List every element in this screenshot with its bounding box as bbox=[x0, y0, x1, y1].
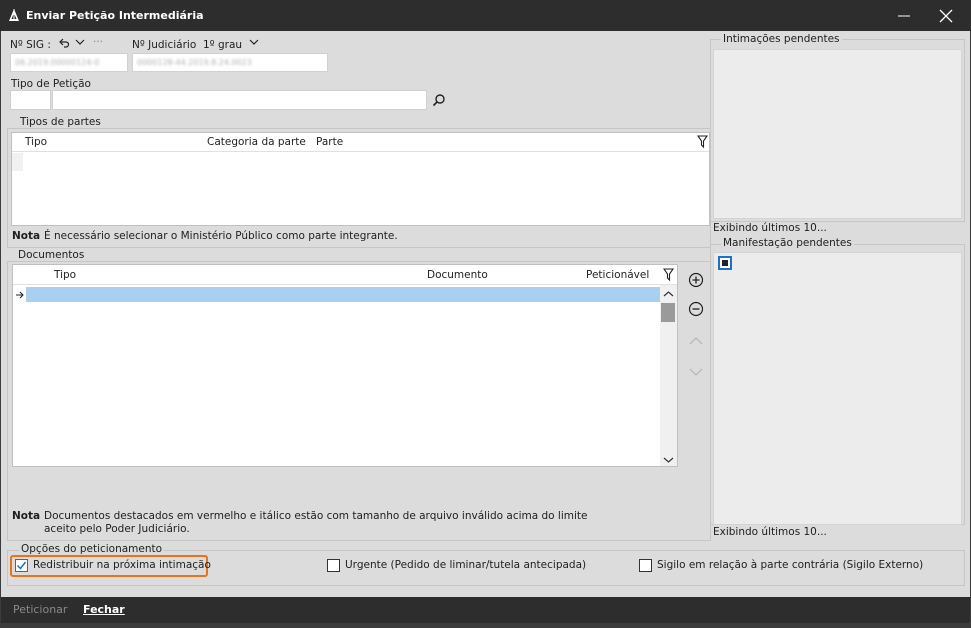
move-down-icon[interactable] bbox=[688, 364, 704, 380]
documentos-header bbox=[13, 265, 677, 285]
tipo-peticao-code-input[interactable] bbox=[10, 90, 51, 110]
col-doc-tipo[interactable]: Tipo bbox=[54, 269, 76, 281]
tipo-peticao-input[interactable] bbox=[52, 90, 427, 110]
close-button[interactable] bbox=[936, 6, 956, 26]
sig-value: 06.2019.00000124-0 bbox=[15, 58, 100, 67]
chevron-down-icon[interactable] bbox=[75, 37, 85, 50]
row-pointer-icon bbox=[15, 290, 25, 303]
intimacoes-title: Intimações pendentes bbox=[721, 33, 842, 45]
scroll-up-icon[interactable] bbox=[663, 288, 674, 301]
sig-label: Nº SIG : bbox=[10, 39, 51, 51]
col-peticionavel[interactable]: Peticionável bbox=[586, 269, 649, 281]
col-tipo[interactable]: Tipo bbox=[25, 136, 47, 148]
manifestacao-select-all-checkbox[interactable] bbox=[718, 256, 732, 270]
add-document-icon[interactable] bbox=[688, 272, 704, 288]
row-indicator bbox=[12, 153, 23, 171]
judicial-value: 0000128-44.2019.8.24.0023 bbox=[137, 58, 252, 67]
tipos-partes-note-text: É necessário selecionar o Ministério Púb… bbox=[44, 230, 398, 242]
move-up-icon[interactable] bbox=[688, 333, 704, 349]
intimacoes-footer: Exibindo últimos 10... bbox=[713, 222, 827, 234]
judicial-field[interactable]: 0000128-44.2019.8.24.0023 bbox=[132, 53, 328, 72]
urgente-checkbox[interactable] bbox=[327, 559, 340, 572]
redistribuir-label: Redistribuir na próxima intimação bbox=[33, 559, 211, 571]
documentos-note-line1: Documentos destacados em vermelho e itál… bbox=[44, 510, 588, 522]
app-logo-icon bbox=[8, 8, 20, 25]
footer-bar: Peticionar Fechar bbox=[1, 597, 970, 623]
manifestacao-list[interactable] bbox=[713, 252, 962, 525]
intimacoes-list[interactable] bbox=[713, 49, 962, 219]
scroll-thumb[interactable] bbox=[661, 303, 675, 322]
title-bar: Enviar Petição Intermediária bbox=[0, 0, 971, 31]
tipos-partes-title: Tipos de partes bbox=[18, 116, 103, 128]
col-parte[interactable]: Parte bbox=[316, 136, 343, 148]
tipos-partes-header bbox=[12, 133, 709, 152]
grau-label: 1º grau bbox=[203, 39, 243, 51]
filter-icon[interactable] bbox=[696, 135, 709, 152]
sigilo-checkbox[interactable] bbox=[639, 559, 652, 572]
documentos-note-line2: aceito pelo Poder Judiciário. bbox=[44, 523, 190, 535]
dialog-window: Enviar Petição Intermediária Nº SIG : ··… bbox=[0, 0, 971, 628]
documentos-scrollbar[interactable] bbox=[660, 285, 677, 466]
search-icon[interactable] bbox=[432, 93, 446, 110]
documentos-grid[interactable]: Tipo Documento Peticionável bbox=[12, 264, 678, 467]
window-title: Enviar Petição Intermediária bbox=[26, 9, 204, 22]
documentos-note-label: Nota bbox=[12, 510, 41, 522]
redistribuir-option[interactable]: Redistribuir na próxima intimação bbox=[10, 555, 211, 577]
selected-document-row[interactable] bbox=[26, 287, 660, 302]
sig-field[interactable]: 06.2019.00000124-0 bbox=[10, 53, 128, 72]
tipos-partes-note-label: Nota bbox=[12, 230, 41, 242]
judicial-label: Nº Judiciário bbox=[132, 39, 197, 51]
manifestacao-title: Manifestação pendentes bbox=[721, 237, 854, 249]
urgente-label[interactable]: Urgente (Pedido de liminar/tutela anteci… bbox=[345, 559, 586, 571]
tipo-peticao-label: Tipo de Petição bbox=[11, 78, 91, 90]
documentos-title: Documentos bbox=[16, 249, 87, 261]
scroll-down-icon[interactable] bbox=[663, 454, 674, 467]
minimize-button[interactable] bbox=[894, 6, 914, 26]
sigilo-label[interactable]: Sigilo em relação à parte contrária (Sig… bbox=[657, 559, 923, 571]
manifestacao-footer: Exibindo últimos 10... bbox=[713, 526, 827, 538]
fechar-button[interactable]: Fechar bbox=[83, 603, 125, 616]
more-options-icon[interactable]: ··· bbox=[93, 36, 103, 48]
col-documento[interactable]: Documento bbox=[427, 269, 488, 281]
peticionar-button[interactable]: Peticionar bbox=[13, 603, 67, 616]
tipos-partes-grid[interactable]: Tipo Categoria da parte Parte bbox=[11, 132, 710, 226]
doc-filter-icon[interactable] bbox=[662, 268, 675, 285]
opcoes-title: Opções do peticionamento bbox=[19, 543, 165, 555]
redistribuir-checkbox[interactable] bbox=[15, 559, 28, 572]
undo-icon[interactable] bbox=[58, 37, 70, 52]
col-categoria[interactable]: Categoria da parte bbox=[207, 136, 306, 148]
grau-chevron-down-icon[interactable] bbox=[249, 37, 259, 50]
dialog-body: Nº SIG : ··· 06.2019.00000124-0 Nº Judic… bbox=[1, 31, 970, 597]
remove-document-icon[interactable] bbox=[688, 301, 704, 317]
